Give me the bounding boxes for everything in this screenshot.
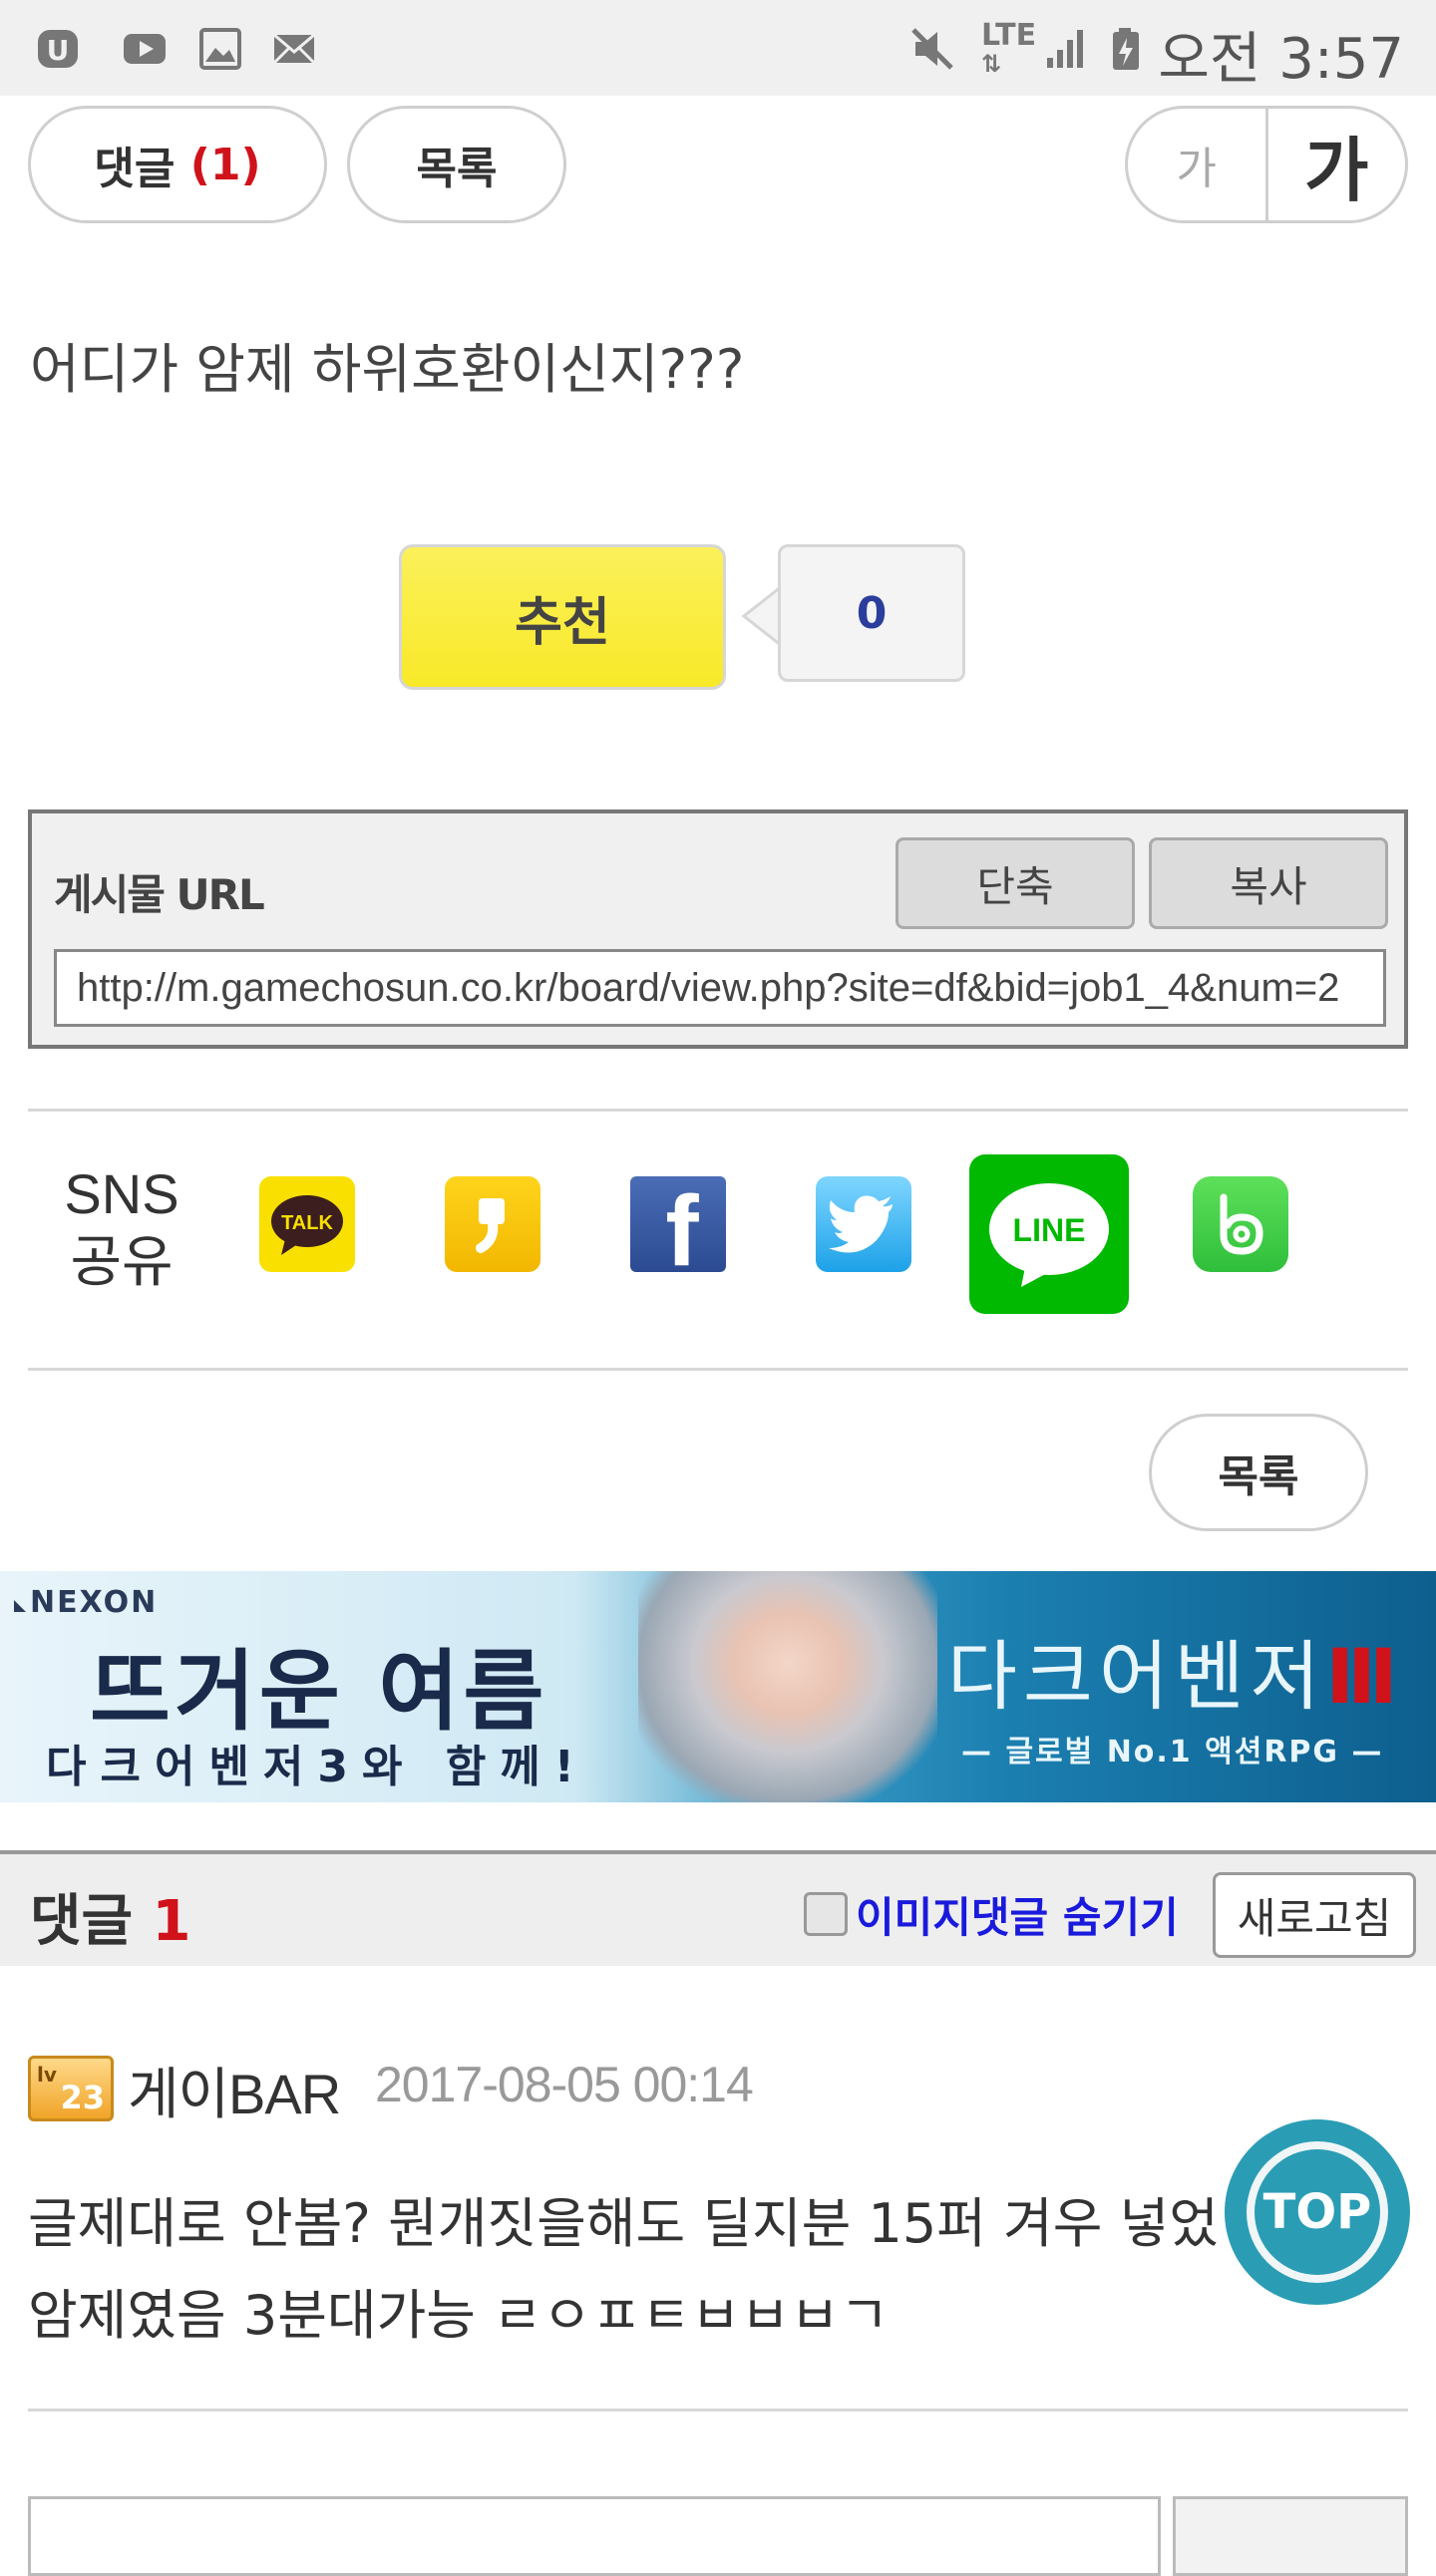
status-bar: U LTE ⇅ 오전 3:57 [0, 0, 1436, 96]
count-pointer [742, 586, 782, 646]
line-icon[interactable]: LINE [969, 1154, 1129, 1314]
sns-share-label: SNS 공유 [50, 1160, 193, 1296]
signal-icon [1047, 30, 1083, 68]
svg-text:U: U [47, 34, 70, 67]
font-size-toggle: 가 가 [1125, 106, 1408, 223]
svg-text:TALK: TALK [281, 1212, 333, 1234]
comment-input[interactable] [28, 2496, 1161, 2576]
banner-brand-text: NEXON [30, 1585, 159, 1620]
recommend-count: 0 [778, 544, 965, 682]
comment-submit-button[interactable] [1173, 2496, 1408, 2576]
clock: 오전 3:57 [1158, 27, 1404, 92]
list-button-label: 목록 [416, 144, 498, 194]
list-button[interactable]: 목록 [347, 106, 566, 223]
banner-headline: 뜨거운 여름 [90, 1640, 548, 1743]
banner-brand: NEXON [14, 1585, 158, 1620]
youtube-icon [124, 34, 166, 64]
font-size-small-button[interactable]: 가 [1128, 109, 1268, 220]
svg-text:f: f [665, 1179, 699, 1269]
comment-text-line1: 글제대로 안봄? 뭔개짓을해도 딜지분 15퍼 겨우 넣었 [28, 2192, 1219, 2255]
banner-ad[interactable]: NEXON 뜨거운 여름 다크어벤저3와 함께! 다크어벤저Ⅲ — 글로벌 No… [0, 1571, 1436, 1802]
comment-date: 2017-08-05 00:14 [375, 2057, 754, 2112]
banner-character-image [638, 1571, 937, 1802]
post-url-box: 게시물 URL 단축 복사 http://m.gamechosun.co.kr/… [28, 809, 1408, 1049]
top-button-label: TOP [1255, 2149, 1380, 2275]
level-badge-number: 23 [60, 2079, 105, 2116]
facebook-icon[interactable]: f [630, 1176, 726, 1272]
divider [28, 2409, 1408, 2412]
bottom-list-button[interactable]: 목록 [1149, 1414, 1368, 1531]
mute-icon [911, 28, 953, 70]
nexon-logo-icon [14, 1600, 26, 1612]
copy-url-button[interactable]: 복사 [1149, 837, 1388, 929]
comments-button-label: 댓글 [94, 144, 176, 194]
hide-image-comments-checkbox[interactable] [804, 1892, 848, 1936]
divider [28, 1368, 1408, 1371]
comments-count: 1 [152, 1889, 191, 1954]
uplus-icon: U [38, 30, 78, 68]
gallery-icon [199, 28, 241, 70]
recommend-button[interactable]: 추천 [399, 544, 726, 690]
kakaostory-icon[interactable] [445, 1176, 540, 1272]
lte-icon: LTE ⇅ [981, 18, 1037, 79]
banner-game-tagline: — 글로벌 No.1 액션RPG — [961, 1735, 1384, 1770]
banner-subline: 다크어벤저3와 함께! [46, 1742, 588, 1792]
band-icon[interactable] [1193, 1176, 1288, 1272]
divider [28, 1109, 1408, 1112]
comments-button[interactable]: 댓글 (1) [28, 106, 327, 223]
post-body: 어디가 암제 하위호환이신지??? [30, 338, 745, 401]
post-url-label: 게시물 URL [54, 870, 265, 919]
comments-title: 댓글 1 [30, 1876, 191, 1957]
roman-three-mark: Ⅲ [1325, 1632, 1404, 1721]
svg-text:LINE: LINE [1013, 1212, 1086, 1248]
mail-icon [272, 33, 316, 65]
sns-label-line1: SNS [64, 1162, 180, 1225]
hide-image-comments-label[interactable]: 이미지댓글 숨기기 [856, 1884, 1179, 1945]
shorten-url-button[interactable]: 단축 [896, 837, 1135, 929]
twitter-icon[interactable] [816, 1176, 911, 1272]
post-url-field[interactable]: http://m.gamechosun.co.kr/board/view.php… [54, 949, 1386, 1027]
comment-author[interactable]: 게이BAR [128, 2050, 341, 2130]
banner-game-title-text: 다크어벤저 [947, 1632, 1326, 1721]
kakaotalk-icon[interactable]: TALK [259, 1176, 355, 1272]
banner-game-title: 다크어벤저Ⅲ [947, 1615, 1403, 1725]
comment-text-line2: 암제였음 3분대가능 ㄹㅇㅍㅌㅂㅂㅂㄱ [28, 2284, 890, 2347]
comments-title-label: 댓글 [30, 1889, 134, 1954]
refresh-button[interactable]: 새로고침 [1213, 1872, 1416, 1958]
comments-button-count: (1) [189, 139, 261, 190]
battery-icon [1113, 28, 1139, 70]
bottom-list-button-label: 목록 [1218, 1451, 1299, 1502]
comments-header: 댓글 1 이미지댓글 숨기기 새로고침 [0, 1850, 1436, 1966]
font-size-large-button[interactable]: 가 [1268, 109, 1406, 220]
scroll-to-top-button[interactable]: TOP [1225, 2119, 1410, 2305]
level-badge-icon: lv 23 [28, 2056, 114, 2121]
sns-label-line2: 공유 [70, 1230, 174, 1293]
